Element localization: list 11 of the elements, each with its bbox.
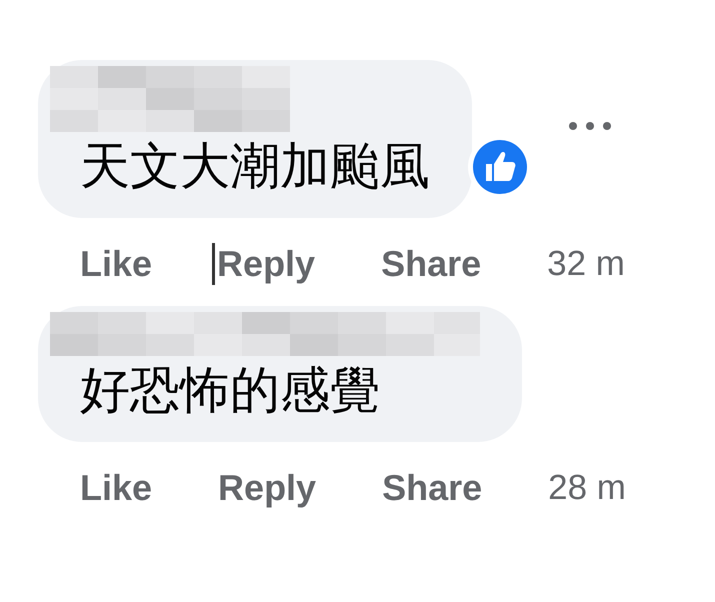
action-link[interactable]: Share [381,243,482,285]
action-link[interactable]: Share [382,467,482,509]
action-link[interactable]: Like [80,243,152,285]
comment-time: 28 m [548,468,626,508]
comment-time: 32 m [547,244,625,284]
action-link[interactable]: Reply [218,467,316,509]
comment-text: 天文大潮加颱風 [80,140,430,192]
action-link[interactable]: Reply [217,243,316,285]
comment-text: 好恐怖的感覺 [80,364,381,416]
more-options-icon[interactable] [568,121,612,131]
action-link[interactable]: Like [80,467,152,509]
